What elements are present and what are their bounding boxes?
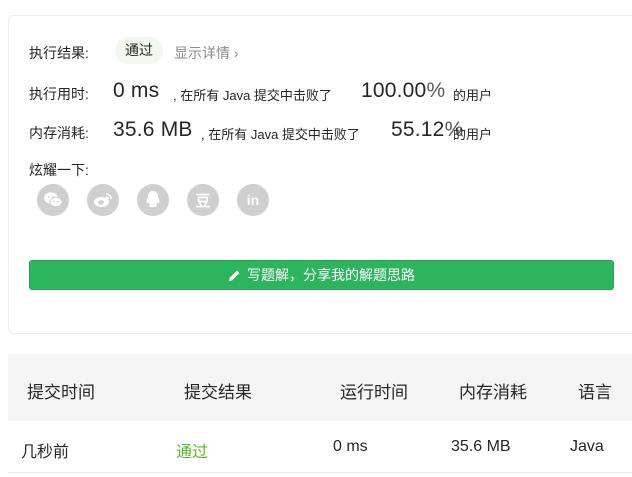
cell-language: Java: [570, 438, 604, 455]
write-solution-button[interactable]: 写题解，分享我的解题思路: [29, 260, 614, 290]
memory-value: 35.6 MB: [113, 118, 193, 141]
cell-runtime: 0 ms: [333, 438, 368, 455]
linkedin-icon[interactable]: in: [237, 184, 269, 216]
pencil-icon: [229, 270, 240, 281]
submissions-table: 提交时间 提交结果 运行时间 内存消耗 语言 几秒前 通过 0 ms 35.6 …: [8, 354, 632, 473]
douban-icon[interactable]: 豆: [187, 184, 219, 216]
memory-beat-text: , 在所有 Java 提交中击败了: [201, 127, 360, 142]
header-language: 语言: [578, 383, 612, 402]
share-label: 炫耀一下:: [29, 162, 89, 178]
show-details-link[interactable]: 显示详情 ›: [174, 43, 239, 63]
write-solution-label: 写题解，分享我的解题思路: [247, 267, 415, 283]
header-submit-time: 提交时间: [27, 383, 95, 402]
status-badge: 通过: [115, 37, 163, 64]
cell-submit-time: 几秒前: [21, 444, 70, 461]
header-runtime: 运行时间: [340, 383, 408, 402]
memory-users-text: 的用户: [453, 127, 493, 142]
submission-result-card: 执行结果: 通过 显示详情 › 执行用时: 0 ms , 在所有 Java 提交…: [8, 15, 632, 334]
memory-label: 内存消耗:: [29, 125, 89, 141]
header-memory: 内存消耗: [459, 383, 527, 402]
runtime-percent: 100.00%: [361, 79, 446, 102]
weibo-icon[interactable]: [87, 184, 119, 216]
wechat-icon[interactable]: [37, 184, 69, 216]
header-submit-result: 提交结果: [184, 383, 252, 402]
runtime-beat-text: , 在所有 Java 提交中击败了: [173, 88, 332, 103]
table-header: 提交时间 提交结果 运行时间 内存消耗 语言: [8, 354, 632, 421]
qq-icon[interactable]: [137, 184, 169, 216]
table-row[interactable]: 几秒前 通过 0 ms 35.6 MB Java: [8, 421, 632, 473]
runtime-label: 执行用时:: [29, 86, 89, 102]
runtime-value: 0 ms: [113, 79, 160, 102]
cell-memory: 35.6 MB: [451, 438, 511, 455]
result-label: 执行结果:: [29, 45, 89, 61]
cell-submit-result[interactable]: 通过: [176, 438, 208, 462]
runtime-users-text: 的用户: [453, 88, 493, 103]
